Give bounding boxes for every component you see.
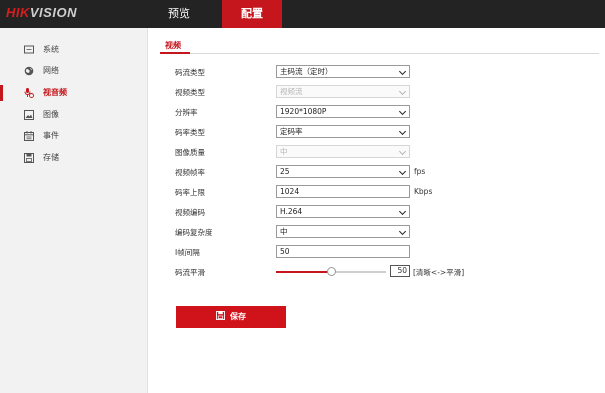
stream-smoothing-value[interactable]: 50 bbox=[390, 265, 410, 277]
main-content: 视频 码流类型 主码流（定时） 视频类型 视频流 分辨率 1920*1080P … bbox=[148, 28, 605, 393]
bitrate-limit-input[interactable]: 1024 bbox=[276, 185, 410, 198]
sidebar-item-network[interactable]: 网络 bbox=[0, 61, 148, 81]
sidebar-item-storage[interactable]: 存储 bbox=[0, 148, 148, 168]
save-button-label: 保存 bbox=[230, 312, 246, 321]
stream-type-select[interactable]: 主码流（定时） bbox=[276, 65, 410, 78]
video-type-select: 视频流 bbox=[276, 85, 410, 98]
sidebar-item-system[interactable]: 系统 bbox=[0, 40, 148, 60]
top-bar: HIKVISION 预览 配置 bbox=[0, 0, 605, 28]
i-frame-interval-label: I帧间隔 bbox=[175, 248, 200, 257]
save-button[interactable]: 保存 bbox=[176, 306, 286, 328]
slider-fill bbox=[276, 271, 331, 273]
stream-smoothing-slider[interactable] bbox=[276, 267, 386, 276]
save-disk-icon bbox=[216, 311, 225, 320]
hikvision-logo: HIKVISION bbox=[6, 5, 77, 20]
monitor-icon bbox=[24, 45, 34, 54]
bitrate-type-select[interactable]: 定码率 bbox=[276, 125, 410, 138]
stream-smoothing-label: 码流平滑 bbox=[175, 268, 205, 277]
stream-smoothing-hint: [清晰<->平滑] bbox=[413, 268, 465, 277]
bitrate-limit-label: 码率上限 bbox=[175, 188, 205, 197]
nav-config[interactable]: 配置 bbox=[222, 0, 282, 28]
tab-active-indicator bbox=[160, 52, 190, 54]
stream-type-label: 码流类型 bbox=[175, 68, 205, 77]
video-type-label: 视频类型 bbox=[175, 88, 205, 97]
sidebar-item-label: 系统 bbox=[43, 45, 59, 54]
sidebar-item-video-audio[interactable]: 视音频 bbox=[0, 83, 148, 103]
sidebar-item-label: 存储 bbox=[43, 153, 59, 162]
globe-icon bbox=[24, 66, 34, 76]
video-encoding-label: 视频编码 bbox=[175, 208, 205, 217]
sidebar-item-label: 视音频 bbox=[43, 88, 67, 97]
sidebar: 系统 网络 视音频 图像 事件 存储 bbox=[0, 28, 148, 393]
i-frame-interval-input[interactable]: 50 bbox=[276, 245, 410, 258]
sidebar-item-label: 事件 bbox=[43, 131, 59, 140]
resolution-label: 分辨率 bbox=[175, 108, 198, 117]
calendar-icon bbox=[24, 131, 34, 141]
bitrate-type-label: 码率类型 bbox=[175, 128, 205, 137]
encoding-complexity-select[interactable]: 中 bbox=[276, 225, 410, 238]
save-disk-icon bbox=[24, 153, 34, 163]
sidebar-item-label: 图像 bbox=[43, 110, 59, 119]
nav-preview[interactable]: 预览 bbox=[150, 0, 208, 28]
tab-video[interactable]: 视频 bbox=[165, 40, 181, 51]
sidebar-item-event[interactable]: 事件 bbox=[0, 126, 148, 146]
image-quality-label: 图像质量 bbox=[175, 148, 205, 157]
encoding-complexity-label: 编码复杂度 bbox=[175, 228, 213, 237]
frame-rate-unit: fps bbox=[414, 167, 426, 176]
image-icon bbox=[24, 110, 34, 120]
sidebar-item-label: 网络 bbox=[43, 66, 59, 75]
frame-rate-label: 视频帧率 bbox=[175, 168, 205, 177]
resolution-select[interactable]: 1920*1080P bbox=[276, 105, 410, 118]
frame-rate-select[interactable]: 25 bbox=[276, 165, 410, 178]
slider-thumb[interactable] bbox=[327, 267, 336, 276]
sidebar-item-image[interactable]: 图像 bbox=[0, 105, 148, 125]
image-quality-select: 中 bbox=[276, 145, 410, 158]
video-encoding-select[interactable]: H.264 bbox=[276, 205, 410, 218]
bitrate-limit-unit: Kbps bbox=[414, 187, 433, 196]
tab-divider bbox=[160, 53, 599, 54]
microphone-camera-icon bbox=[24, 88, 34, 98]
